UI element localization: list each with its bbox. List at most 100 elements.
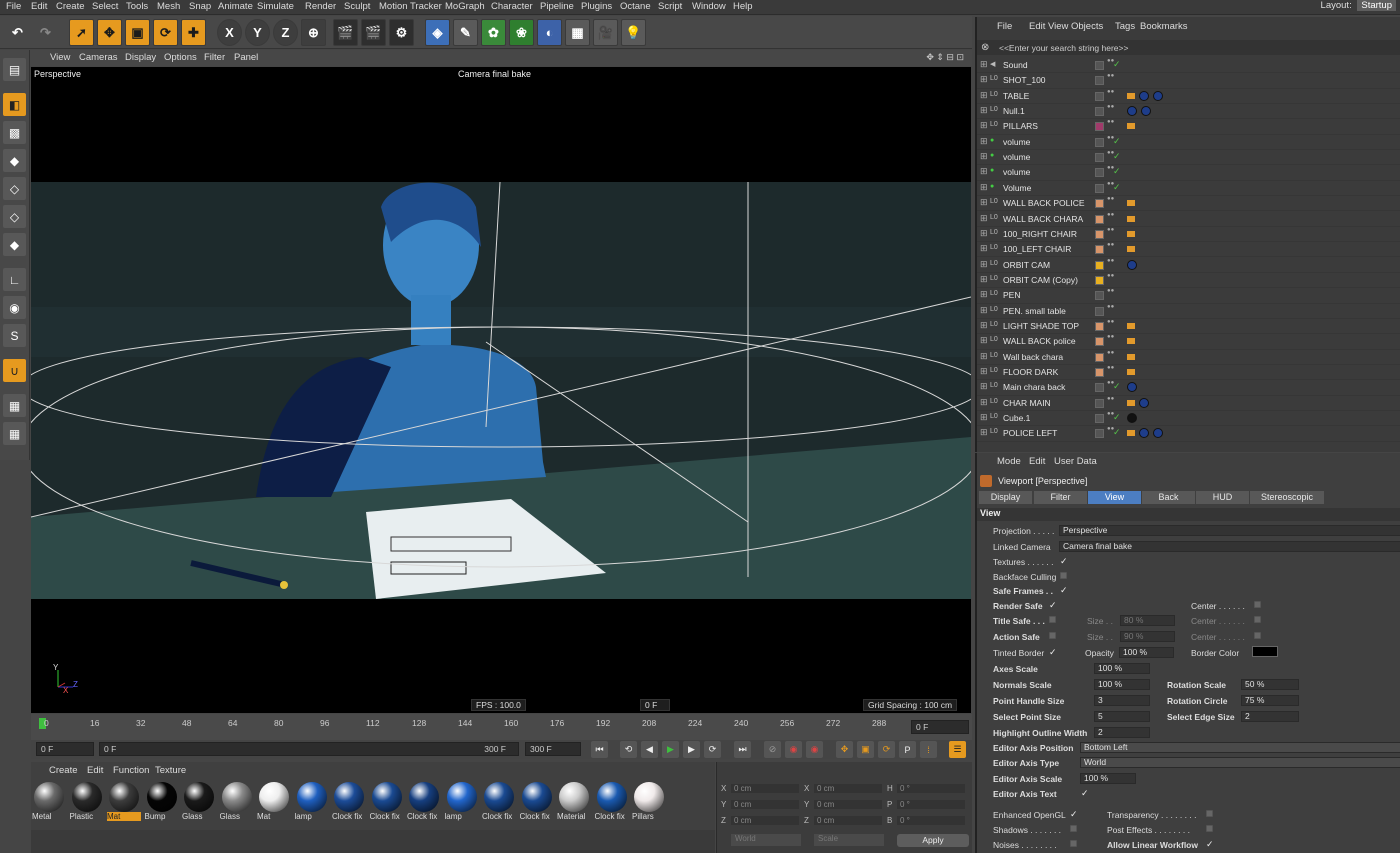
menu-render[interactable]: Render <box>305 1 336 12</box>
object-name[interactable]: Main chara back <box>1003 382 1065 392</box>
tweak-mode-icon[interactable]: ◉ <box>3 296 26 319</box>
object-row[interactable]: ⊞ L0 SHOT_100 ●● <box>977 73 1400 89</box>
menu-create[interactable]: Create <box>56 1 85 12</box>
object-name[interactable]: CHAR MAIN <box>1003 398 1051 408</box>
material-swatch[interactable]: Mat <box>107 782 141 826</box>
expand-icon[interactable]: ⊞ <box>980 74 988 85</box>
current-frame-field[interactable]: 0 F <box>911 720 969 734</box>
object-menu-file[interactable]: File <box>997 21 1012 32</box>
object-row[interactable]: ⊞ L0 ORBIT CAM ●● <box>977 258 1400 273</box>
key-param-icon[interactable]: P <box>899 741 916 758</box>
expand-icon[interactable]: ⊞ <box>980 213 988 224</box>
editor-axis-position-dropdown[interactable]: Bottom Left <box>1080 742 1400 753</box>
prev-key-icon[interactable]: ⟲ <box>620 741 637 758</box>
rotation-circle-field[interactable]: 75 % <box>1241 695 1299 706</box>
visibility-dots[interactable]: ●● <box>1107 227 1114 233</box>
layer-swatch[interactable] <box>1095 260 1104 270</box>
object-row[interactable]: ⊞ L0 PILLARS ●● <box>977 119 1400 135</box>
object-name[interactable]: POLICE LEFT <box>1003 428 1057 438</box>
axis-mode-icon[interactable]: ∟ <box>3 268 26 291</box>
move-tool-icon[interactable]: ✥ <box>97 19 122 46</box>
apply-button[interactable]: Apply <box>897 834 969 847</box>
visibility-dots[interactable]: ●● <box>1107 89 1114 95</box>
next-key-icon[interactable]: ⟳ <box>704 741 721 758</box>
visibility-dots[interactable]: ●● <box>1107 58 1114 64</box>
render-safe-checkbox[interactable]: ✓ <box>1049 601 1057 610</box>
editor-axis-type-dropdown[interactable]: World <box>1080 757 1400 768</box>
viewport-menu-options[interactable]: Options <box>164 52 197 63</box>
expand-icon[interactable]: ⊞ <box>980 351 988 362</box>
shadows-checkbox[interactable] <box>1070 825 1077 832</box>
expand-icon[interactable]: ⊞ <box>980 151 988 162</box>
key-pla-icon[interactable]: ⁞ <box>920 741 937 758</box>
menu-octane[interactable]: Octane <box>620 1 651 12</box>
select-tool-icon[interactable]: ➚ <box>69 19 94 46</box>
material-menu-function[interactable]: Function <box>113 765 149 776</box>
expand-icon[interactable]: ⊞ <box>980 412 988 423</box>
material-swatch[interactable]: Clock fix <box>407 782 441 826</box>
frame-range-slider[interactable]: 0 F 300 F <box>99 742 519 756</box>
subdivision-icon[interactable]: ✿ <box>481 19 506 46</box>
visibility-dots[interactable]: ●● <box>1107 212 1114 218</box>
material-swatch[interactable]: lamp <box>295 782 329 826</box>
key-scale-icon[interactable]: ▣ <box>857 741 874 758</box>
menu-file[interactable]: File <box>6 1 21 12</box>
object-row[interactable]: ⊞ L0 100_LEFT CHAIR ●● <box>977 242 1400 258</box>
layer-swatch[interactable] <box>1095 306 1104 316</box>
tab-view[interactable]: View <box>1088 491 1141 504</box>
autokey-icon[interactable]: ◉ <box>785 741 802 758</box>
object-search[interactable]: ⊗ <<Enter your search string here>> <box>977 40 1400 55</box>
expand-icon[interactable]: ⊞ <box>980 305 988 316</box>
next-frame-icon[interactable]: ▶ <box>683 741 700 758</box>
visibility-dots[interactable]: ●● <box>1107 196 1114 202</box>
pos-x[interactable]: X0 cm <box>721 784 799 796</box>
visibility-dots[interactable]: ●● <box>1107 181 1114 187</box>
tab-back[interactable]: Back <box>1142 491 1195 504</box>
expand-icon[interactable]: ⊞ <box>980 228 988 239</box>
expand-icon[interactable]: ⊞ <box>980 136 988 147</box>
action-safe-center-checkbox[interactable] <box>1254 632 1261 639</box>
object-name[interactable]: volume <box>1003 167 1030 177</box>
visibility-dots[interactable]: ●● <box>1107 135 1114 141</box>
object-row[interactable]: ⊞ L0 Main chara back ●● ✓ <box>977 380 1400 396</box>
tab-display[interactable]: Display <box>979 491 1032 504</box>
go-to-start-icon[interactable]: ⏮ <box>591 741 608 758</box>
timeline-ruler[interactable]: 0 16 32 48 64 80 96 112 128 144 160 176 192 208 224 240… <box>31 714 972 740</box>
texture-mode-icon[interactable]: ▩ <box>3 121 26 144</box>
visibility-dots[interactable]: ●● <box>1107 104 1114 110</box>
material-menu-texture[interactable]: Texture <box>155 765 186 776</box>
object-name[interactable]: Sound <box>1003 60 1028 70</box>
menu-simulate[interactable]: Simulate <box>257 1 294 12</box>
select-edge-field[interactable]: 2 <box>1241 711 1299 722</box>
expand-icon[interactable]: ⊞ <box>980 274 988 285</box>
material-swatch[interactable]: Metal <box>32 782 66 826</box>
menu-character[interactable]: Character <box>491 1 533 12</box>
points-mode-icon[interactable]: ◇ <box>3 177 26 200</box>
normals-scale-field[interactable]: 100 % <box>1094 679 1150 690</box>
snap-magnet-icon[interactable]: ∪ <box>3 359 26 382</box>
opacity-field[interactable]: 100 % <box>1119 647 1174 658</box>
axes-scale-field[interactable]: 100 % <box>1094 663 1150 674</box>
layer-swatch[interactable] <box>1095 291 1104 301</box>
object-name[interactable]: PEN <box>1003 290 1020 300</box>
layer-swatch[interactable] <box>1095 107 1104 117</box>
object-name[interactable]: PEN. small table <box>1003 306 1066 316</box>
timeline-icon[interactable]: ☰ <box>949 741 966 758</box>
render-settings-icon[interactable]: ⚙ <box>389 19 414 46</box>
object-row[interactable]: ⊞ L0 TABLE ●● <box>977 89 1400 104</box>
layer-swatch[interactable] <box>1095 429 1104 439</box>
layout-selector[interactable]: Layout: Startup <box>1321 0 1396 11</box>
material-swatch[interactable]: Clock fix <box>332 782 366 826</box>
viewport-menu-panel[interactable]: Panel <box>234 52 258 63</box>
object-name[interactable]: 100_RIGHT CHAIR <box>1003 229 1077 239</box>
object-name[interactable]: ORBIT CAM (Copy) <box>1003 275 1078 285</box>
expand-icon[interactable]: ⊞ <box>980 320 988 331</box>
viewport-menu-view[interactable]: View <box>50 52 70 63</box>
coord-mode-dropdown[interactable]: World <box>731 834 801 846</box>
object-menu-objects[interactable]: Objects <box>1071 21 1103 32</box>
material-swatch[interactable]: lamp <box>445 782 479 826</box>
expand-icon[interactable]: ⊞ <box>980 120 988 131</box>
select-point-field[interactable]: 5 <box>1094 711 1150 722</box>
object-name[interactable]: SHOT_100 <box>1003 75 1046 85</box>
expand-icon[interactable]: ⊞ <box>980 366 988 377</box>
